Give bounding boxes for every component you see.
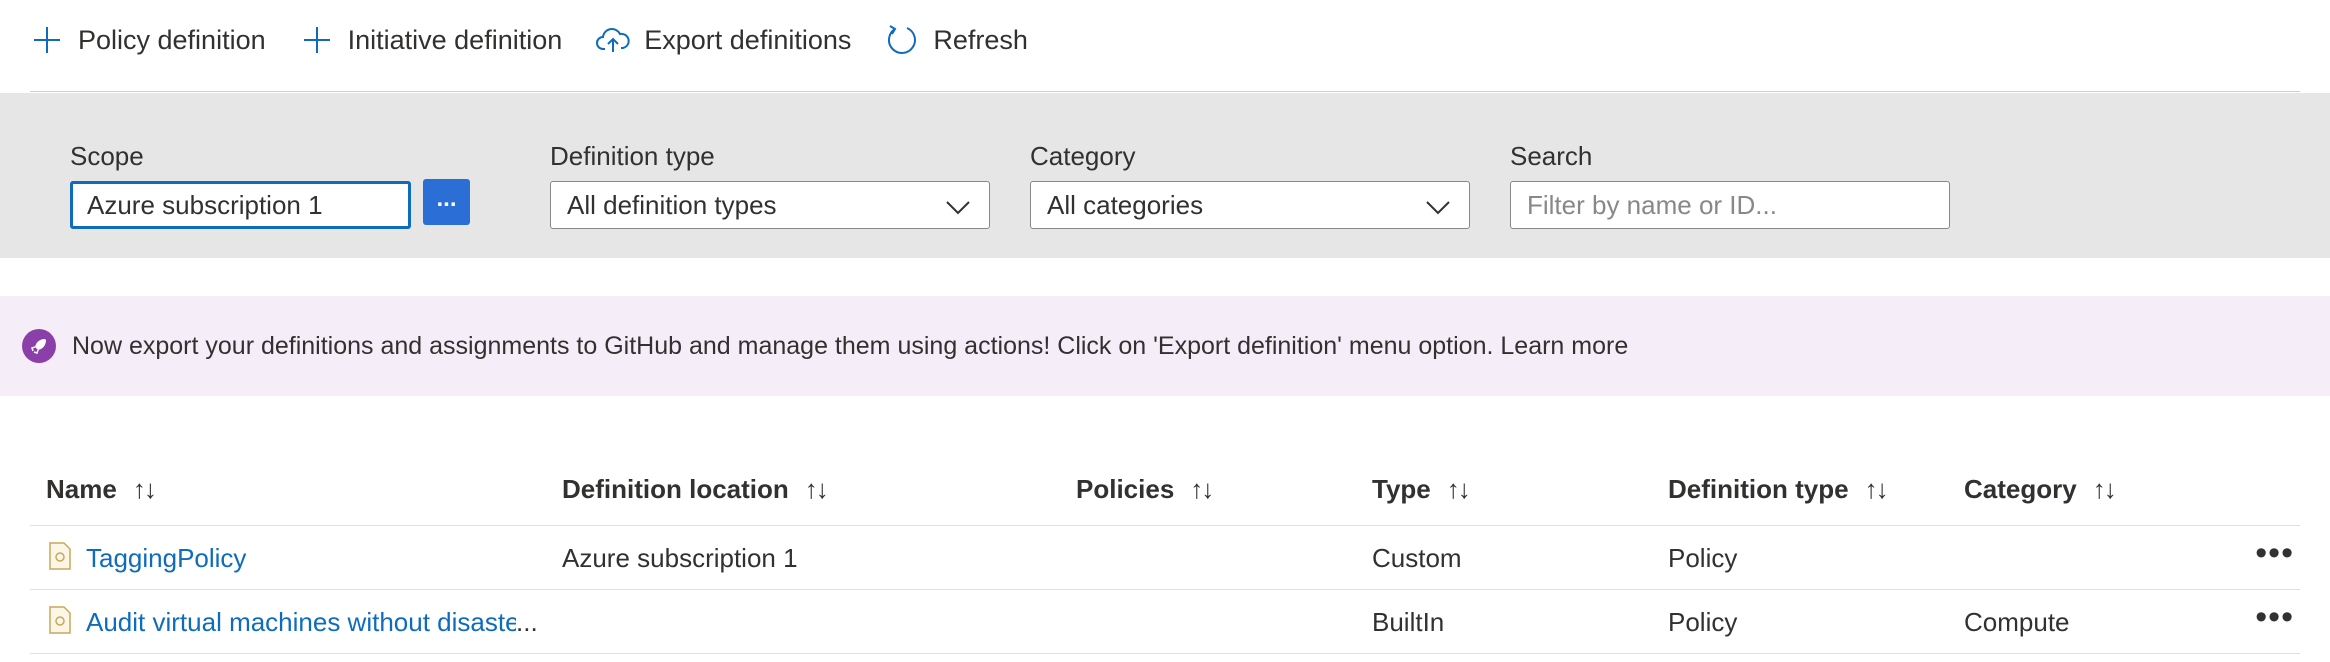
- command-bar: Policy definition Initiative definition …: [30, 20, 2300, 92]
- add-initiative-definition-button[interactable]: Initiative definition: [300, 20, 563, 60]
- sort-icon: ↑↓: [804, 474, 829, 504]
- row-name-link[interactable]: Audit virtual machines without disaste..…: [86, 607, 538, 638]
- row-category: Compute: [1964, 607, 2070, 637]
- banner-message[interactable]: Now export your definitions and assignme…: [72, 332, 1628, 361]
- row-name-text: Audit virtual machines without disaste: [86, 607, 516, 637]
- column-header-definition-location[interactable]: Definition location ↑↓: [562, 474, 829, 505]
- column-header-policies[interactable]: Policies ↑↓: [1076, 474, 1214, 505]
- refresh-button[interactable]: Refresh: [885, 20, 1028, 60]
- row-type: Custom: [1372, 543, 1462, 573]
- column-header-name-label: Name: [46, 474, 117, 504]
- row-more-icon[interactable]: •••: [2255, 534, 2294, 573]
- row-type: BuiltIn: [1372, 607, 1445, 637]
- row-more-icon[interactable]: •••: [2255, 598, 2294, 637]
- row-definition-type: Policy: [1668, 607, 1738, 637]
- refresh-icon: [885, 23, 919, 57]
- refresh-label: Refresh: [933, 24, 1028, 55]
- column-header-definition-type-label: Definition type: [1668, 474, 1849, 504]
- add-policy-definition-label: Policy definition: [78, 24, 266, 55]
- export-definitions-button[interactable]: Export definitions: [596, 20, 851, 60]
- table-header: Name ↑↓ Definition location ↑↓ Policies …: [30, 460, 2300, 526]
- column-header-definition-location-label: Definition location: [562, 474, 789, 504]
- definition-type-value: All definition types: [567, 189, 777, 220]
- category-label: Category: [1030, 141, 1136, 171]
- column-header-type-label: Type: [1372, 474, 1431, 504]
- scope-field[interactable]: Azure subscription 1: [70, 181, 411, 229]
- cloud-upload-icon: [596, 23, 630, 57]
- row-definition-type: Policy: [1668, 543, 1738, 573]
- truncation-ellipsis: ...: [516, 607, 538, 637]
- definitions-table: Name ↑↓ Definition location ↑↓ Policies …: [30, 460, 2300, 654]
- plus-icon: [300, 23, 334, 57]
- search-field[interactable]: [1510, 181, 1950, 229]
- search-input[interactable]: [1527, 189, 1949, 221]
- rocket-icon: [22, 329, 56, 363]
- sort-icon: ↑↓: [1446, 474, 1471, 504]
- chevron-down-icon: [1425, 194, 1451, 225]
- plus-icon: [30, 23, 64, 57]
- column-header-category[interactable]: Category ↑↓: [1964, 474, 2117, 505]
- add-initiative-definition-label: Initiative definition: [347, 24, 563, 55]
- definition-type-label: Definition type: [550, 141, 715, 171]
- sort-icon: ↑↓: [1190, 474, 1214, 504]
- category-dropdown[interactable]: All categories: [1030, 181, 1470, 229]
- row-name-link[interactable]: TaggingPolicy: [86, 543, 246, 574]
- column-header-policies-label: Policies: [1076, 474, 1175, 504]
- category-value: All categories: [1047, 189, 1204, 220]
- filter-panel: Scope Azure subscription 1 ... Definitio…: [0, 93, 2330, 258]
- chevron-down-icon: [945, 194, 971, 225]
- scope-picker-button[interactable]: ...: [423, 179, 470, 225]
- column-header-definition-type[interactable]: Definition type ↑↓: [1668, 474, 1889, 505]
- table-row[interactable]: TaggingPolicy Azure subscription 1 Custo…: [30, 526, 2300, 590]
- table-row[interactable]: Audit virtual machines without disaste..…: [30, 590, 2300, 654]
- column-header-type[interactable]: Type ↑↓: [1372, 474, 1471, 505]
- scope-label: Scope: [70, 141, 144, 171]
- info-banner: Now export your definitions and assignme…: [0, 296, 2330, 396]
- sort-icon: ↑↓: [2092, 474, 2117, 504]
- policy-document-icon: [48, 606, 72, 634]
- column-header-name[interactable]: Name ↑↓: [46, 474, 157, 505]
- export-definitions-label: Export definitions: [644, 24, 852, 55]
- policy-document-icon: [48, 542, 72, 570]
- sort-icon: ↑↓: [1864, 474, 1889, 504]
- scope-value: Azure subscription 1: [87, 189, 323, 220]
- add-policy-definition-button[interactable]: Policy definition: [30, 20, 266, 60]
- row-definition-location: Azure subscription 1: [562, 543, 798, 573]
- sort-icon: ↑↓: [132, 474, 157, 504]
- column-header-category-label: Category: [1964, 474, 2077, 504]
- search-label: Search: [1510, 141, 1593, 171]
- definition-type-dropdown[interactable]: All definition types: [550, 181, 990, 229]
